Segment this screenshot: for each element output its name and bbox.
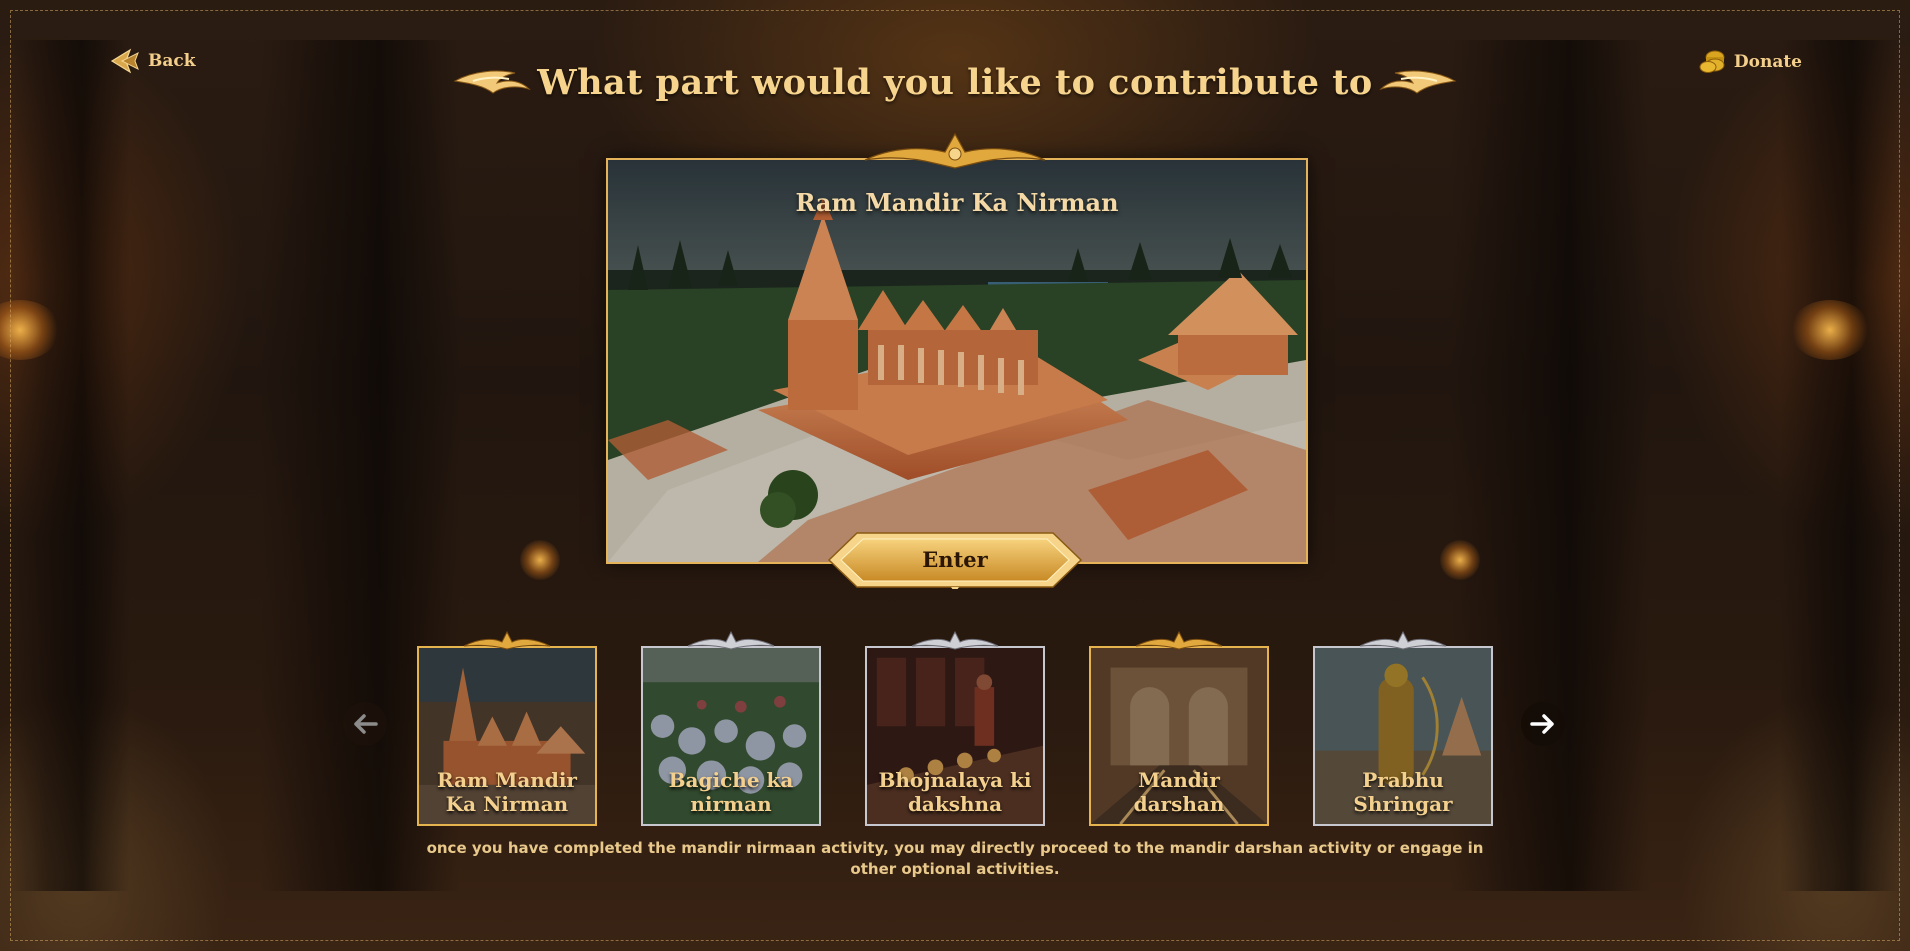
enter-label: Enter xyxy=(922,547,988,572)
card-label-line1: Ram Mandir xyxy=(437,768,577,792)
arrow-right-icon xyxy=(1530,714,1554,734)
card-label-line1: Mandir xyxy=(1138,768,1220,792)
torch-glow-right xyxy=(1790,300,1870,360)
page-title: What part would you like to contribute t… xyxy=(537,62,1373,103)
card-frame: Ram Mandir Ka Nirman xyxy=(417,646,597,826)
card-frame: Bagiche ka nirman xyxy=(641,646,821,826)
card-label-line2: dakshna xyxy=(907,792,1003,816)
card-frame: Bhojnalaya ki dakshna xyxy=(865,646,1045,826)
card-label-line1: Bagiche ka xyxy=(668,768,794,792)
activity-card-bhojnalaya[interactable]: Bhojnalaya ki dakshna xyxy=(865,630,1045,826)
card-label-line2: darshan xyxy=(1133,792,1225,816)
left-flourish-icon xyxy=(453,63,531,103)
carousel-prev-button[interactable] xyxy=(343,702,387,746)
activity-card-bagiche[interactable]: Bagiche ka nirman xyxy=(641,630,821,826)
card-crest-ornament xyxy=(463,630,551,650)
card-label-line1: Prabhu xyxy=(1362,768,1444,792)
arrow-left-icon xyxy=(354,714,378,734)
lamp-glow-left xyxy=(520,540,560,580)
card-crest-ornament xyxy=(687,630,775,650)
card-frame: Mandir darshan xyxy=(1089,646,1269,826)
instruction-note: once you have completed the mandir nirma… xyxy=(426,839,1484,878)
enter-button[interactable]: Enter xyxy=(827,531,1083,589)
lamp-glow-right xyxy=(1440,540,1480,580)
temple-scene-image xyxy=(608,160,1306,562)
activity-carousel: Ram Mandir Ka Nirman Bagiche ka nirman B… xyxy=(0,628,1910,828)
card-label-line1: Bhojnalaya ki xyxy=(878,768,1032,792)
right-flourish-icon xyxy=(1379,63,1457,103)
preview-title: Ram Mandir Ka Nirman xyxy=(795,188,1119,217)
carousel-next-button[interactable] xyxy=(1521,702,1565,746)
card-crest-ornament xyxy=(1135,630,1223,650)
activity-card-prabhu-shringar[interactable]: Prabhu Shringar xyxy=(1313,630,1493,826)
card-label-line2: Shringar xyxy=(1353,792,1453,816)
activity-card-ram-mandir[interactable]: Ram Mandir Ka Nirman xyxy=(417,630,597,826)
selected-activity-preview: Ram Mandir Ka Nirman xyxy=(606,158,1308,564)
activity-card-mandir-darshan[interactable]: Mandir darshan xyxy=(1089,630,1269,826)
card-crest-ornament xyxy=(911,630,999,650)
card-frame: Prabhu Shringar xyxy=(1313,646,1493,826)
page-heading: What part would you like to contribute t… xyxy=(0,62,1910,103)
card-crest-ornament xyxy=(1359,630,1447,650)
card-label-line2: Ka Nirman xyxy=(445,792,569,816)
preview-crest-ornament xyxy=(860,130,1050,174)
card-label-line2: nirman xyxy=(690,792,772,816)
